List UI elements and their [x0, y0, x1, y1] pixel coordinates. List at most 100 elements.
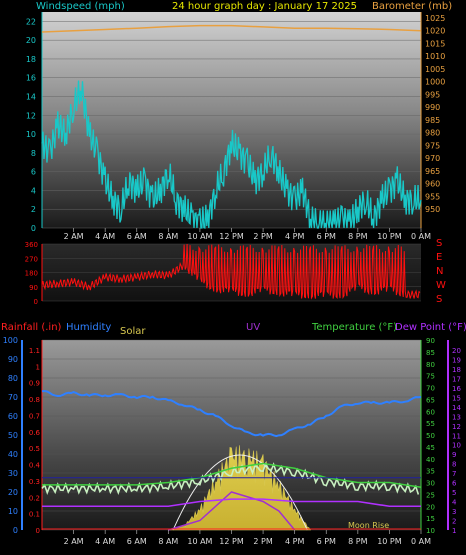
time-tick-label: 10 PM: [377, 537, 402, 546]
windspeed-axis-label: Windspeed (mph): [36, 1, 125, 12]
rain-tick-label: 1: [36, 363, 40, 371]
temperature-axis-label: Temperature (°F): [311, 322, 397, 333]
temperature-tick-label: 50: [426, 432, 435, 440]
direction-tick-label: 0: [34, 298, 38, 306]
rain-tick-label: 0.9: [29, 380, 40, 388]
humidity-tick-label: 60: [8, 412, 18, 421]
barometer-tick-label: 1020: [425, 27, 445, 36]
wind-tick-label: 8: [31, 149, 36, 158]
temperature-tick-label: 35: [426, 468, 435, 476]
dewpoint-tick-label: 14: [452, 404, 461, 412]
direction-tick-label: 180: [25, 270, 38, 278]
time-tick-label: 2 AM: [64, 537, 84, 546]
humidity-tick-label: 70: [8, 393, 18, 402]
time-tick-label: 2 PM: [253, 232, 272, 241]
barometer-tick-label: 955: [425, 192, 440, 201]
wind-tick-label: 2: [31, 205, 36, 214]
barometer-tick-label: 1015: [425, 39, 445, 48]
barometer-tick-label: 950: [425, 205, 440, 214]
barometer-tick-label: 975: [425, 141, 440, 150]
time-tick-label: 10 AM: [187, 232, 212, 241]
time-tick-label: 6 PM: [317, 537, 336, 546]
temperature-tick-label: 10: [426, 527, 435, 535]
rain-tick-label: 0.7: [29, 412, 40, 420]
barometer-tick-label: 1005: [425, 65, 445, 74]
rain-tick-label: 0.5: [29, 445, 40, 453]
barometer-tick-label: 1025: [425, 14, 445, 23]
time-tick-label: 12 PM: [219, 232, 244, 241]
uv-label: UV: [246, 322, 260, 333]
humidity-tick-label: 50: [8, 431, 18, 440]
dewpoint-tick-label: 20: [452, 347, 461, 355]
time-tick-label: 8 AM: [158, 232, 178, 241]
moon-rise-annotation: Moon Rise: [348, 521, 389, 530]
dewpoint-tick-label: 10: [452, 442, 461, 450]
time-tick-label: 0 AM: [411, 232, 431, 241]
temperature-tick-label: 25: [426, 491, 435, 499]
barometer-tick-label: 960: [425, 180, 440, 189]
dewpoint-tick-label: 3: [452, 508, 456, 516]
humidity-tick-label: 0: [13, 526, 18, 535]
wind-tick-label: 10: [26, 130, 36, 139]
temperature-tick-label: 30: [426, 480, 435, 488]
compass-label: S: [436, 238, 442, 249]
temperature-tick-label: 15: [426, 515, 435, 523]
humidity-tick-label: 40: [8, 450, 18, 459]
temperature-tick-label: 70: [426, 385, 435, 393]
barometer-tick-label: 980: [425, 129, 440, 138]
time-tick-label: 8 PM: [348, 537, 367, 546]
wind-tick-label: 20: [26, 36, 36, 45]
time-tick-label: 12 PM: [219, 537, 244, 546]
barometer-tick-label: 970: [425, 154, 440, 163]
dewpoint-tick-label: 16: [452, 385, 461, 393]
wind-tick-label: 0: [31, 224, 36, 233]
time-tick-label: 4 AM: [95, 232, 115, 241]
humidity-tick-label: 30: [8, 469, 18, 478]
chart-title: 24 hour graph day : January 17 2025: [172, 1, 357, 12]
time-tick-label: 2 PM: [253, 537, 272, 546]
dewpoint-tick-label: 5: [452, 489, 456, 497]
humidity-label: Humidity: [66, 322, 111, 333]
temperature-tick-label: 60: [426, 408, 435, 416]
dewpoint-tick-label: 13: [452, 413, 461, 421]
time-tick-label: 0 AM: [411, 537, 431, 546]
dewpoint-tick-label: 17: [452, 375, 461, 383]
temperature-tick-label: 40: [426, 456, 435, 464]
time-tick-label: 8 PM: [348, 232, 367, 241]
temperature-tick-label: 90: [426, 337, 435, 345]
dewpoint-tick-label: 11: [452, 432, 461, 440]
barometer-tick-label: 1000: [425, 78, 445, 87]
dewpoint-tick-label: 18: [452, 366, 461, 374]
direction-tick-label: 360: [25, 241, 38, 249]
wind-tick-label: 12: [26, 111, 36, 120]
temperature-tick-label: 75: [426, 373, 435, 381]
barometer-axis-label: Barometer (mb): [372, 1, 452, 12]
weather-graph: 0 2 4 6 8 10 12 14 16 18 20 22 950 955 960 965 970 975 980…: [0, 0, 466, 555]
wind-tick-label: 4: [31, 186, 36, 195]
top-plot-background: [42, 12, 421, 228]
rain-tick-label: 0.8: [29, 396, 40, 404]
dewpoint-tick-label: 19: [452, 356, 461, 364]
time-tick-label: 6 AM: [127, 232, 147, 241]
compass-label: S: [436, 294, 442, 305]
rain-tick-label: 1.1: [29, 347, 40, 355]
compass-label: E: [436, 252, 442, 263]
dewpoint-tick-label: 12: [452, 423, 461, 431]
humidity-tick-label: 90: [8, 355, 18, 364]
compass-label: W: [436, 280, 446, 291]
wind-tick-label: 18: [26, 55, 36, 64]
barometer-tick-label: 995: [425, 90, 440, 99]
temperature-tick-label: 20: [426, 503, 435, 511]
dewpoint-tick-label: 15: [452, 394, 461, 402]
rain-tick-label: 0.2: [29, 494, 40, 502]
rain-tick-label: 0.6: [29, 429, 41, 437]
solar-label: Solar: [120, 326, 146, 337]
time-tick-label: 10 PM: [377, 232, 402, 241]
dewpoint-tick-label: 7: [452, 470, 456, 478]
temperature-tick-label: 65: [426, 396, 435, 404]
rain-tick-label: 0: [36, 527, 40, 535]
rain-tick-label: 0.1: [29, 511, 40, 519]
dewpoint-axis-label: Dew Point (°F): [395, 322, 466, 333]
dewpoint-tick-label: 1: [452, 527, 456, 535]
time-tick-label: 6 PM: [317, 232, 336, 241]
